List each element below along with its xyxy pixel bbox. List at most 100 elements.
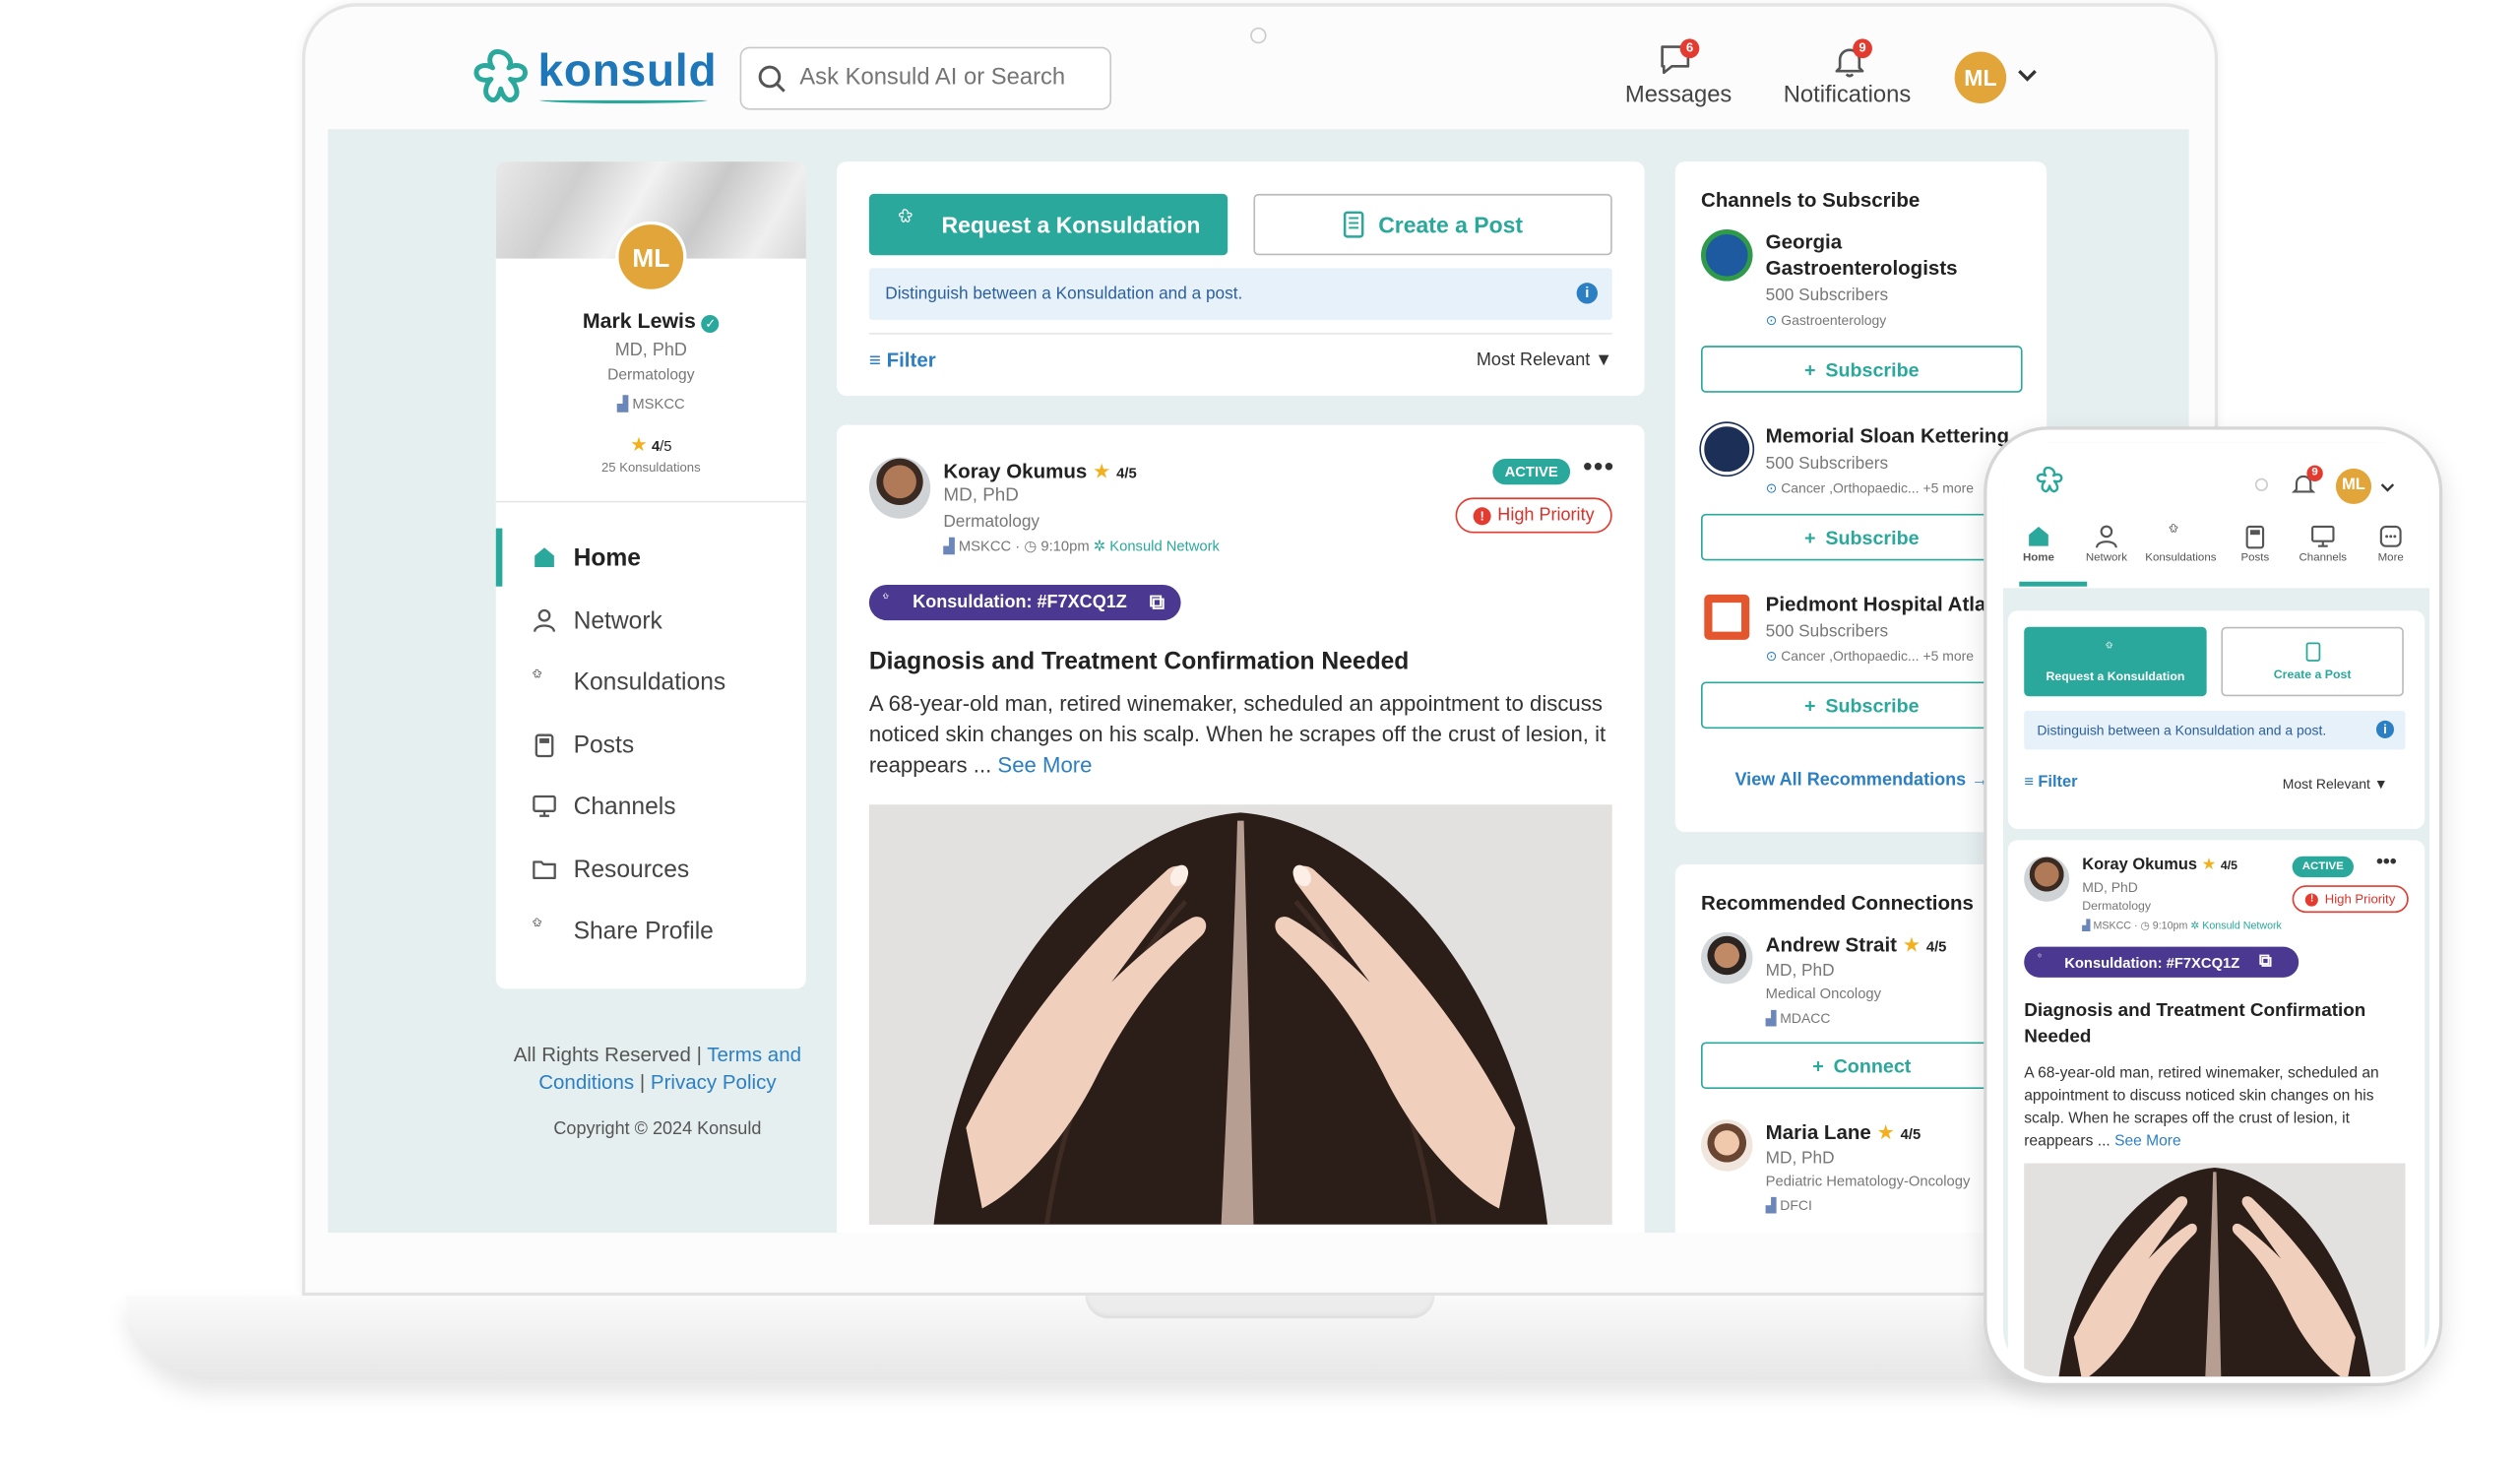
notifications-nav[interactable]: 9 Notifications <box>1777 38 1922 116</box>
konsuldation-id-badge[interactable]: Konsuldation: #F7XCQ1Z ⧉ <box>868 585 1181 621</box>
sidebar-item-share-profile[interactable]: Share Profile <box>496 902 806 960</box>
tag-icon: ⊙ <box>1765 479 1778 496</box>
filter-label: Filter <box>886 349 936 372</box>
sidebar-item-konsuldations[interactable]: Konsuldations <box>496 653 806 711</box>
tab-more-label: More <box>2377 552 2404 564</box>
sidebar-item-resources[interactable]: Resources <box>496 840 806 898</box>
info-icon[interactable]: i <box>2375 720 2394 738</box>
channel-tags-text: Cancer ,Orthopaedic... <box>1781 648 1920 665</box>
see-more-link[interactable]: See More <box>2114 1132 2181 1150</box>
create-post-button[interactable]: Create a Post <box>1253 193 1612 256</box>
sidebar-card: ML Mark Lewis ✓ MD, PhD Dermatology ▟ MS… <box>495 161 806 989</box>
search-box[interactable] <box>739 46 1112 110</box>
header-avatar[interactable]: ML <box>1954 51 2007 104</box>
konsuldation-id-badge[interactable]: Konsuldation: #F7XCQ1Z ⧉ <box>2024 946 2300 978</box>
alert-icon: ! <box>2305 892 2319 906</box>
connection-org: MDACC <box>1780 1009 1831 1027</box>
tab-network[interactable]: Network <box>2071 524 2142 564</box>
channel-name[interactable]: Memorial Sloan Kettering <box>1766 425 2041 448</box>
connection-name[interactable]: Andrew Strait <box>1766 934 1897 957</box>
post-image[interactable] <box>2024 1163 2406 1377</box>
clipboard-icon <box>2304 642 2320 662</box>
konsuldation-id: Konsuldation: #F7XCQ1Z <box>913 593 1127 612</box>
author-avatar[interactable] <box>2024 856 2070 902</box>
request-konsuldation-button[interactable]: Request a Konsuldation <box>2024 626 2207 697</box>
post-network[interactable]: Konsuld Network <box>1109 538 1220 553</box>
phone-avatar[interactable]: ML <box>2335 468 2372 504</box>
filter-button[interactable]: ≡ Filter <box>869 349 936 371</box>
subscribe-button[interactable]: + Subscribe <box>1700 513 2023 561</box>
copy-icon[interactable]: ⧉ <box>1150 590 1165 615</box>
connection-specialty: Pediatric Hematology-Oncology <box>1765 1173 1971 1189</box>
privacy-link[interactable]: Privacy Policy <box>651 1071 777 1094</box>
home-icon <box>535 547 554 567</box>
channel-tags-more[interactable]: +5 more <box>1922 479 1974 495</box>
profile-name-row[interactable]: Mark Lewis ✓ <box>496 308 806 334</box>
connection-avatar[interactable] <box>1700 931 1753 985</box>
tab-more[interactable]: More <box>2356 524 2426 564</box>
author-name[interactable]: Koray Okumus <box>943 461 1087 483</box>
connection-org: DFCI <box>1780 1196 1812 1214</box>
connect-button[interactable]: + Connect <box>1700 1042 2023 1090</box>
clock-icon: ◷ <box>2140 921 2150 932</box>
filter-button[interactable]: ≡ Filter <box>2024 774 2077 792</box>
copy-icon[interactable]: ⧉ <box>2259 952 2272 973</box>
sidebar-item-home[interactable]: Home <box>495 528 806 587</box>
star-icon: ★ <box>1876 1120 1895 1144</box>
more-options-icon[interactable]: ••• <box>2376 850 2397 872</box>
user-icon <box>534 608 556 632</box>
sort-dropdown[interactable]: Most Relevant ▼ <box>2283 776 2388 792</box>
tab-konsuldations[interactable]: Konsuldations <box>2142 524 2220 564</box>
notifications-badge: 9 <box>2306 465 2323 482</box>
profile-name[interactable]: Mark Lewis <box>583 308 696 333</box>
request-konsuldation-button[interactable]: Request a Konsuldation <box>868 193 1228 256</box>
sidebar-item-network[interactable]: Network <box>496 592 806 650</box>
tab-posts[interactable]: Posts <box>2220 524 2291 564</box>
messages-nav[interactable]: 6 Messages <box>1615 38 1734 116</box>
channel-logo-mskcc[interactable] <box>1700 422 1753 476</box>
channel-logo-georgia[interactable] <box>1700 229 1753 282</box>
post-title[interactable]: Diagnosis and Treatment Confirmation Nee… <box>2024 998 2405 1050</box>
logo-text[interactable]: konsuld <box>537 45 717 97</box>
subscribe-button[interactable]: + Subscribe <box>1700 346 2023 393</box>
channel-tags-text: Gastroenterology <box>1781 311 1887 329</box>
tab-channels[interactable]: Channels <box>2288 524 2359 564</box>
chevron-down-icon[interactable] <box>2016 68 2039 84</box>
create-post-button[interactable]: Create a Post <box>2221 626 2404 697</box>
info-icon[interactable]: i <box>1576 283 1598 304</box>
tab-home[interactable]: Home <box>2003 524 2074 564</box>
connection-org-row: ▟ DFCI <box>1766 1197 1812 1215</box>
konsuld-logo-icon[interactable] <box>2032 466 2077 511</box>
priority-label: High Priority <box>2324 891 2396 907</box>
post-network[interactable]: Konsuld Network <box>2202 921 2282 931</box>
connection-name-row: Andrew Strait ★ 4/5 <box>1766 932 1947 957</box>
connection-avatar[interactable] <box>1700 1119 1753 1172</box>
author-avatar[interactable] <box>868 457 931 519</box>
channel-tags-more[interactable]: +5 more <box>1922 648 1974 664</box>
scalp-image <box>2058 1167 2370 1377</box>
subscribe-button[interactable]: + Subscribe <box>1700 681 2023 730</box>
post-image[interactable] <box>868 804 1612 1225</box>
view-all-recommendations-link[interactable]: View All Recommendations → <box>1734 771 1988 791</box>
sidebar-item-channels[interactable]: Channels <box>496 777 806 835</box>
konsuld-logo-icon[interactable] <box>466 47 531 112</box>
active-tab-indicator <box>2019 581 2088 587</box>
sidebar-item-posts[interactable]: Posts <box>496 716 806 774</box>
search-input[interactable] <box>799 61 1099 95</box>
see-more-link[interactable]: See More <box>997 753 1092 778</box>
author-row: Koray Okumus ★ 4/5 <box>943 459 1136 483</box>
channel-logo-piedmont[interactable] <box>1704 594 1750 640</box>
post-title[interactable]: Diagnosis and Treatment Confirmation Nee… <box>869 648 1409 675</box>
channel-name[interactable]: Georgia Gastroenterologists <box>1766 229 2025 282</box>
building-icon: ▟ <box>943 538 955 554</box>
connection-name[interactable]: Maria Lane <box>1766 1121 1871 1144</box>
profile-avatar[interactable]: ML <box>615 221 687 293</box>
author-name[interactable]: Koray Okumus <box>2082 857 2197 874</box>
user-icon <box>2095 525 2117 548</box>
more-options-icon[interactable]: ••• <box>1583 454 1615 483</box>
star-icon: ★ <box>1092 460 1111 483</box>
alert-icon: ! <box>1473 506 1491 525</box>
tab-posts-label: Posts <box>2240 552 2270 564</box>
sort-dropdown[interactable]: Most Relevant ▼ <box>1477 350 1612 370</box>
chevron-down-icon[interactable] <box>2379 481 2395 494</box>
